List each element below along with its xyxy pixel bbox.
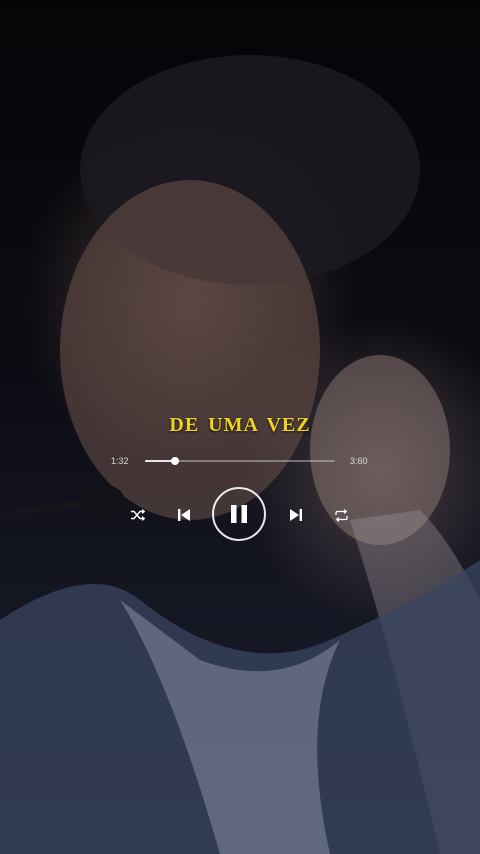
singer-face-shape xyxy=(60,180,320,520)
music-video-player: DE UMA VEZ 1:32 3:60 xyxy=(0,0,480,854)
skip-next-icon xyxy=(290,509,302,521)
shuffle-icon xyxy=(131,509,145,521)
microphone-shape xyxy=(81,484,125,520)
time-elapsed: 1:32 xyxy=(111,456,129,466)
play-pause-button[interactable] xyxy=(212,487,266,541)
previous-button[interactable] xyxy=(174,505,194,525)
time-total: 3:60 xyxy=(350,456,368,466)
pause-icon xyxy=(231,505,247,523)
progress-bar[interactable] xyxy=(145,457,335,465)
next-button[interactable] xyxy=(286,505,306,525)
repeat-button[interactable] xyxy=(331,505,351,525)
song-title: DE UMA VEZ xyxy=(169,414,311,436)
repeat-icon xyxy=(334,508,348,522)
microphone-stand-shape xyxy=(0,500,91,518)
skip-previous-icon xyxy=(178,509,190,521)
shuffle-button[interactable] xyxy=(128,505,148,525)
